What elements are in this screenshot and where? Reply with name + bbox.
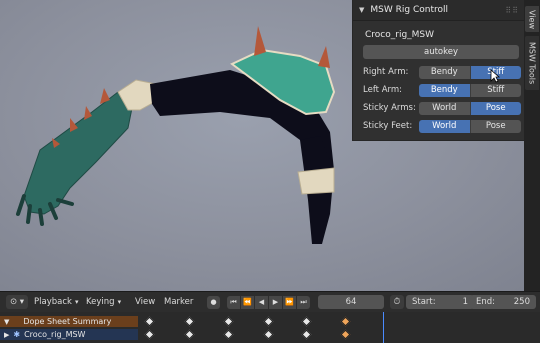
keying-menu[interactable]: Keying ▾ [86,292,121,312]
keyframe[interactable] [144,316,155,327]
left-arm-label: Left Arm: [363,85,402,95]
playback-label: Playback [34,297,72,307]
keyframe[interactable] [301,316,312,327]
autokey-button[interactable]: autokey [363,45,519,59]
sticky-feet-label: Sticky Feet: [363,121,413,131]
dopesheet-area[interactable]: ▼ Dope Sheet Summary ▶ ✱ Croco_rig_MSW [0,312,540,343]
playback-menu[interactable]: Playback ▾ [34,292,78,312]
start-value: 1 [462,297,468,307]
current-frame-value[interactable]: 64 [318,295,384,309]
3d-viewport[interactable]: ▼ MSW Rig Controll ⠿⠿ Croco_rig_MSW auto… [0,0,540,291]
armature-icon: ✱ [13,330,21,339]
view-menu[interactable]: View [135,292,155,312]
left-arm-stiff-option[interactable]: Stiff [469,83,521,97]
summary-label: Dope Sheet Summary [23,317,112,326]
keyframe-selected[interactable] [340,316,351,327]
sticky-feet-toggle: World Pose [419,119,521,133]
clock-editor-icon[interactable]: ⊙ ▾ [6,295,28,309]
object-row[interactable]: ▶ ✱ Croco_rig_MSW [0,329,540,340]
sticky-arms-toggle: World Pose [419,101,521,115]
expand-triangle-icon[interactable]: ▼ [4,318,9,326]
sticky-arms-pose-option[interactable]: Pose [469,101,521,115]
tab-msw-tools[interactable]: MSW Tools [525,36,539,90]
playhead-line[interactable] [383,312,384,343]
stopwatch-icon[interactable]: ⏱ [390,295,404,309]
keyframe[interactable] [223,329,234,340]
play-reverse-icon[interactable]: ◀ [254,295,268,309]
playback-controls: ⏮ ⏪ ◀ ▶ ⏩ ⏭ [227,292,310,312]
left-arm-bendy-option[interactable]: Bendy [419,83,470,97]
current-frame-field[interactable]: 64 [318,292,384,312]
sidebar-tabs: View MSW Tools [524,0,540,291]
sticky-feet-world-option[interactable]: World [419,119,470,133]
record-button[interactable]: ● [207,292,220,312]
view-label: View [135,297,156,307]
mouse-cursor-icon [490,69,500,83]
end-label: End: [476,297,496,307]
right-arm-label: Right Arm: [363,67,409,77]
prev-keyframe-icon[interactable]: ⏪ [240,295,254,309]
end-frame-field[interactable]: End: 250 [470,292,536,312]
keyframe[interactable] [263,316,274,327]
drag-grip-icon[interactable]: ⠿⠿ [505,6,519,15]
panel-header[interactable]: ▼ MSW Rig Controll ⠿⠿ [353,0,525,21]
keyframe[interactable] [223,316,234,327]
object-channel[interactable]: ▶ ✱ Croco_rig_MSW [0,329,138,340]
right-arm-toggle: Bendy Stiff [419,65,521,79]
keyframe[interactable] [184,316,195,327]
end-value: 250 [513,297,530,307]
rig-name: Croco_rig_MSW [365,30,435,40]
marker-menu[interactable]: Marker [164,292,193,312]
marker-label: Marker [164,297,194,307]
jump-start-icon[interactable]: ⏮ [227,295,240,309]
object-label: Croco_rig_MSW [24,330,86,339]
keying-label: Keying [86,297,115,307]
right-arm-bendy-option[interactable]: Bendy [419,65,470,79]
keyframe[interactable] [263,329,274,340]
chevron-down-icon: ▾ [74,298,79,306]
summary-row[interactable]: ▼ Dope Sheet Summary [0,316,540,327]
chevron-down-icon: ▾ [117,298,122,306]
sticky-arms-row: Sticky Arms: World Pose [363,101,521,115]
left-arm-row: Left Arm: Bendy Stiff [363,83,521,97]
sticky-arms-label: Sticky Arms: [363,103,416,113]
sticky-arms-world-option[interactable]: World [419,101,470,115]
collapse-triangle-icon[interactable]: ▼ [359,6,364,14]
sticky-feet-row: Sticky Feet: World Pose [363,119,521,133]
tab-view-label: View [527,9,537,29]
keyframe[interactable] [301,329,312,340]
editor-type-selector[interactable]: ⊙ ▾ [6,292,28,312]
sticky-feet-pose-option[interactable]: Pose [469,119,521,133]
start-label: Start: [412,297,436,307]
summary-channel[interactable]: ▼ Dope Sheet Summary [0,316,138,327]
shoulder-spike [254,26,266,56]
expand-triangle-icon[interactable]: ▶ [4,331,9,339]
rig-control-panel: ▼ MSW Rig Controll ⠿⠿ Croco_rig_MSW auto… [352,0,525,141]
left-arm-toggle: Bendy Stiff [419,83,521,97]
tab-msw-tools-label: MSW Tools [527,41,537,85]
next-keyframe-icon[interactable]: ⏩ [282,295,296,309]
keyframe-selected[interactable] [340,329,351,340]
start-frame-field[interactable]: Start: 1 [406,292,474,312]
record-icon[interactable]: ● [207,295,220,309]
keyframe[interactable] [184,329,195,340]
right-arm-bandage [297,167,335,195]
left-arm-skin [23,91,133,215]
shoulder-spike [318,46,330,68]
tab-view[interactable]: View [525,6,539,32]
timeline-header: ⊙ ▾ Playback ▾ Keying ▾ View Marker ● ⏮ … [0,291,540,312]
play-icon[interactable]: ▶ [268,295,282,309]
panel-title: MSW Rig Controll [370,5,448,15]
jump-end-icon[interactable]: ⏭ [296,295,310,309]
keyframe[interactable] [144,329,155,340]
preview-range-toggle[interactable]: ⏱ [390,292,404,312]
